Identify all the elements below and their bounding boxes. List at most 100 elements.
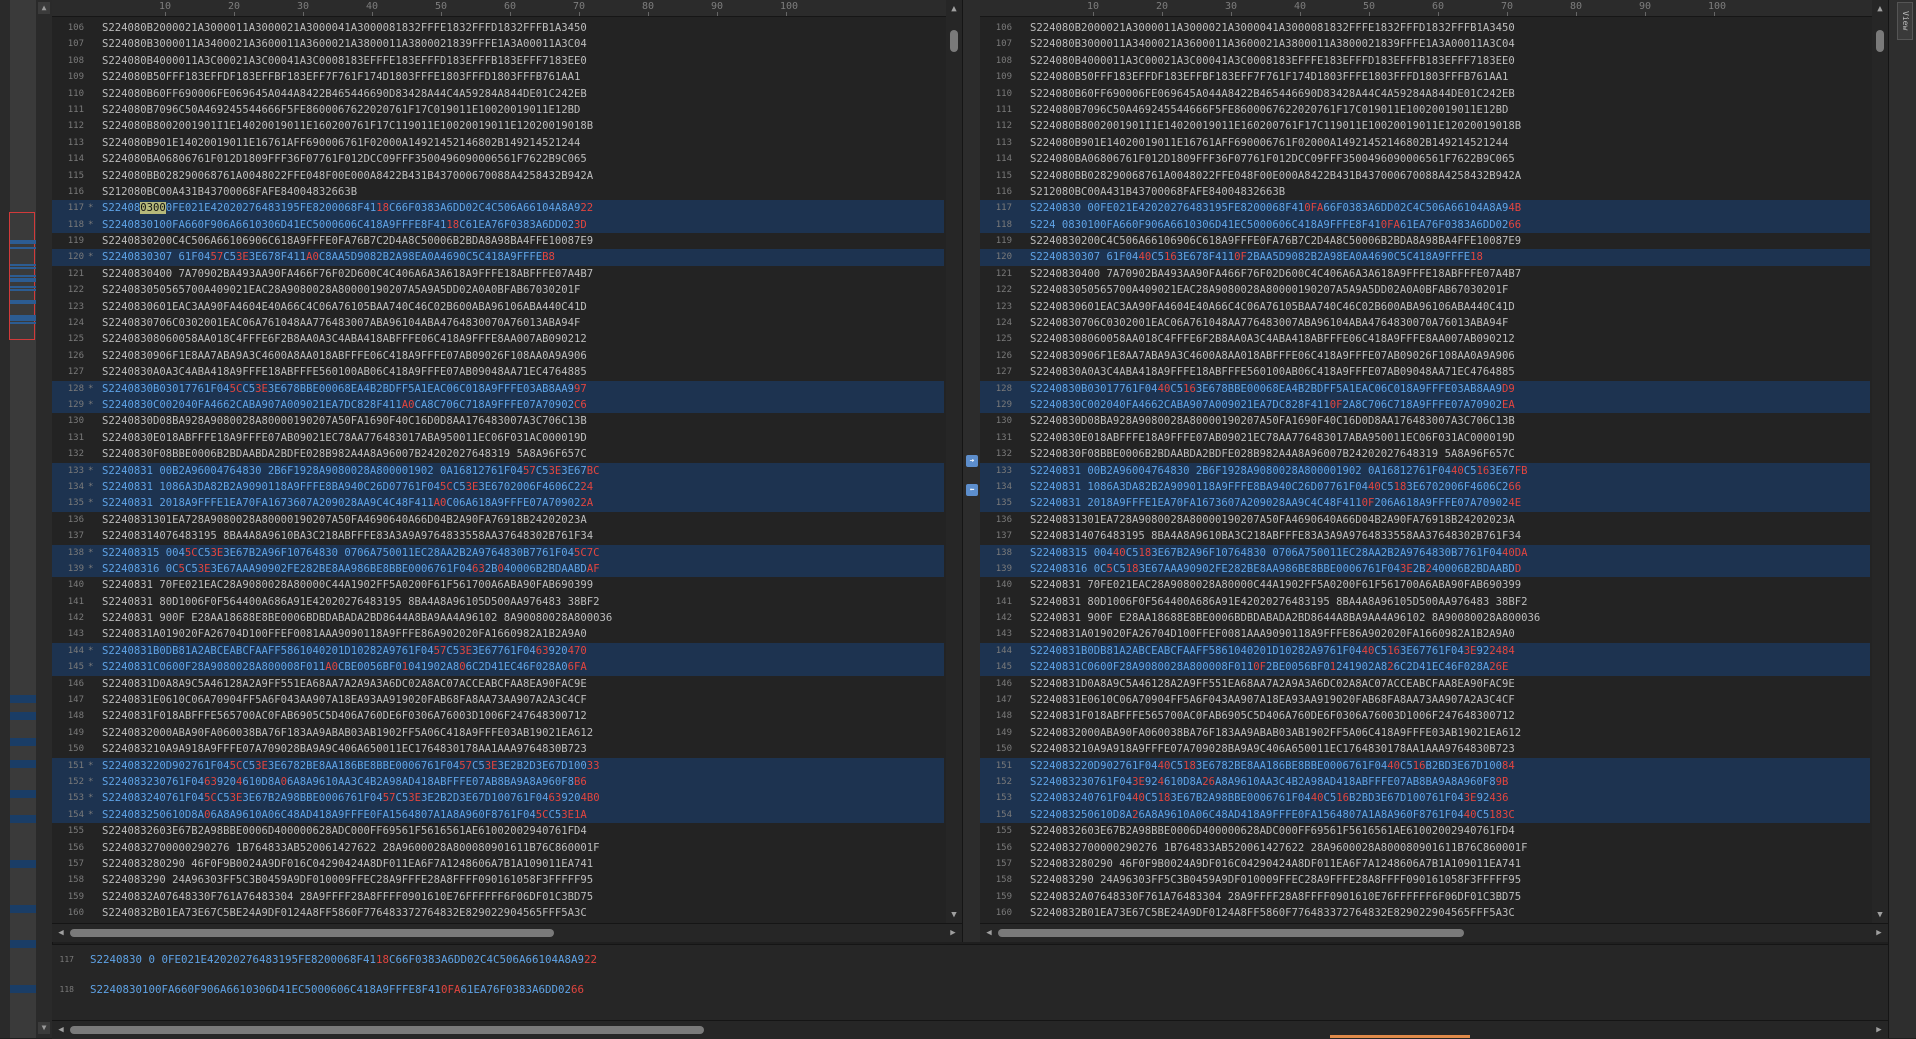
line-text[interactable]: S2240831301EA728A9080028A80000190207A50F… [1030,512,1515,528]
diff-line[interactable]: 144 S2240831B0DB81A2ABCEABCFAAFF586104020… [980,642,1870,660]
diff-line[interactable]: 138 S22408315 00440C5183E67B2A96F10764830… [980,544,1870,561]
line-text[interactable]: S2240830F08BBE0006B2BDAABDA2BDFE028B982A… [1030,446,1515,462]
line-text[interactable]: S2240832B01EA73E67C5BE24A9DF0124A8FF5860… [102,905,587,921]
line-text[interactable]: S2240830906F1E8AA7ABA9A3C4600A8AA018ABFF… [1030,348,1515,364]
code-line[interactable]: 109 S224080B50FFF183EFFDF183EFFBF183EFF7F… [980,69,1870,85]
line-text[interactable]: S224083220D902761F0440C5183E6782BE8AA186… [1030,758,1515,774]
line-text[interactable]: S2240832A07648330F761A76483304 28A9FFFF2… [102,889,593,905]
code-line[interactable]: 158 S224083290 24A96303FF5C3B0459A9DF0100… [52,872,944,888]
code-line[interactable]: 149 S2240832000ABA90FA060038BA76F183AA9AB… [980,725,1870,741]
diff-line[interactable]: 151 * S224083220D902761F045CC53E3E6782BE8A… [52,757,944,774]
right-horizontal-scrollbar[interactable]: ◀ ▶ [980,923,1888,942]
diff-line[interactable]: 151 S224083220D902761F0440C5183E6782BE8AA… [980,757,1870,774]
line-text[interactable]: S2240831 1086A3DA82B2A9090118A9FFFE8BA94… [1030,479,1521,495]
code-line[interactable]: 158 S224083290 24A96303FF5C3B0459A9DF0100… [980,872,1870,888]
line-text[interactable]: S22408314076483195 8BA4A8A9610BA3C218ABF… [102,528,593,544]
line-text[interactable]: S2240830B03017761F0440C5163E678BBE00068E… [1030,381,1515,397]
line-text[interactable]: S224083240761F045CC53E3E67B2A98BBE000676… [102,790,600,806]
line-text[interactable]: S2240830F08BBE0006B2BDAABDA2BDFE028B982A… [102,446,587,462]
code-line[interactable]: 118 S2240830100FA660F906A6610306D41EC5000… [52,975,1888,1005]
right-file-pane[interactable]: 10 20 30 40 50 60 70 80 90 100 106 S224080B2000021… [980,0,1888,942]
scroll-up-icon[interactable]: ▲ [1872,2,1888,16]
line-text[interactable]: S224083050565700A409021EAC28A9080028A800… [1030,282,1508,298]
line-text[interactable]: S2240832700000290276 1B764833AB520061427… [1030,840,1527,856]
code-line[interactable]: 155 S2240832603E67B2A98BBE0006D400000628A… [980,823,1870,839]
code-line[interactable]: 137 S22408314076483195 8BA4A8A9610BA3C218… [980,528,1870,544]
line-text[interactable]: S224083210A9A918A9FFFE07A709028BA9A9C406… [102,741,587,757]
line-text[interactable]: S2240831D0A8A9C5A46128A2A9FF551EA68AA7A2… [1030,676,1515,692]
line-text[interactable]: S224080B60FF690006FE069645A044A8422B4654… [102,86,587,102]
scroll-down-icon[interactable]: ▼ [946,908,962,922]
code-line[interactable]: 157 S224083280290 46F0F9B0024A9DF016C0429… [52,856,944,872]
line-text[interactable]: S2240830307 61F0457C53E3E678F411A0C8AA5D… [102,249,555,265]
scroll-left-icon[interactable]: ◀ [54,1023,68,1037]
line-text[interactable]: S2240830200C4C506A66106906C618A9FFFE0FA7… [1030,233,1521,249]
line-text[interactable]: S224080BA06806761F012D1809FFF36F07761F01… [1030,151,1515,167]
diff-line[interactable]: 135 S2240831 2018A9FFFE1EA70FA1673607A209… [980,495,1870,512]
code-line[interactable]: 156 S2240832700000290276 1B764833AB520061… [52,840,944,856]
diff-line[interactable]: 128 S2240830B03017761F0440C5163E678BBE000… [980,380,1870,397]
line-text[interactable]: S22408315 0045CC53E3E67B2A96F10764830 07… [102,545,600,561]
line-text[interactable]: S2240831A019020FA26704D100FFEF0081AAA909… [102,626,587,642]
code-line[interactable]: 146 S2240831D0A8A9C5A46128A2A9FF551EA68AA… [980,676,1870,692]
diff-line[interactable]: 139 S22408316 0C5C5183E67AAA90902FE282BE8… [980,560,1870,578]
diff-line[interactable]: 118 S224 0830100FA660F906A6610306D41EC500… [980,216,1870,234]
code-line[interactable]: 126 S2240830906F1E8AA7ABA9A3C4600A8AA018A… [52,348,944,364]
diff-line[interactable]: 145 * S2240831C0600F28A9080028A800008F011A… [52,659,944,676]
line-text[interactable]: S224080B8002001901I1E14020019011E1602007… [1030,118,1521,134]
line-text[interactable]: S2240830A0A3C4ABA418A9FFFE18ABFFFE560100… [1030,364,1515,380]
code-line[interactable]: 141 S2240831 80D1006F0F564400A686A91E4202… [52,594,944,610]
right-vertical-scrollbar[interactable]: ▲ ▼ [1872,0,1888,924]
code-line[interactable]: 109 S224080B50FFF183EFFDF183EFFBF183EFF7F… [52,69,944,85]
line-text[interactable]: S2240830601EAC3AA90FA4604E40A66C4C06A761… [102,299,587,315]
code-line[interactable]: 123 S2240830601EAC3AA90FA4604E40A66C4C06A… [980,299,1870,315]
left-code-lines[interactable]: 106 S224080B2000021A3000011A3000021A30000… [52,20,944,921]
code-line[interactable]: 124 S2240830706C0302001EAC06A761048AA7764… [52,315,944,331]
code-line[interactable]: 131 S2240830E018ABFFFE18A9FFFE07AB09021EC… [980,430,1870,446]
line-text[interactable]: S2240830400 7A70902BA493AA90FA466F76F02D… [102,266,593,282]
line-text[interactable]: S2240830200C4C506A66106906C618A9FFFE0FA7… [102,233,593,249]
line-text[interactable]: S2240830706C0302001EAC06A761048AA7764830… [102,315,580,331]
line-text[interactable]: S2240832603E67B2A98BBE0006D400000628ADC0… [1030,823,1515,839]
line-text[interactable]: S224080B2000021A3000011A3000021A3000041A… [102,20,587,36]
line-text[interactable]: S2240832603E67B2A98BBE0006D400000628ADC0… [102,823,587,839]
diff-line[interactable]: 118 * S2240830100FA660F906A6610306D41EC500… [52,216,944,234]
overview-scroll-up-icon[interactable]: ▲ [38,2,50,14]
code-line[interactable]: 146 S2240831D0A8A9C5A46128A2A9FF551EA68AA… [52,676,944,692]
code-line[interactable]: 116 S212080BC00A431B43700068FAFE840048326… [52,184,944,200]
code-line[interactable]: 149 S2240832000ABA90FA060038BA76F183AA9AB… [52,725,944,741]
line-text[interactable]: S224083230761F04639204610D8A06A8A9610AA3… [102,774,587,790]
code-line[interactable]: 126 S2240830906F1E8AA7ABA9A3C4600A8AA018A… [980,348,1870,364]
line-text[interactable]: S224080B901E14020019011E16761AFF69000676… [102,135,580,151]
line-text[interactable]: S224083290 24A96303FF5C3B0459A9DF010009F… [1030,872,1521,888]
line-text[interactable]: S2240831 00B2A96004764830 2B6F1928A90800… [102,463,600,479]
scroll-left-icon[interactable]: ◀ [54,926,68,940]
code-line[interactable]: 119 S2240830200C4C506A66106906C618A9FFFE0… [52,233,944,249]
bottom-hscroll-thumb[interactable] [70,1026,704,1034]
line-text[interactable]: S224083050565700A409021EAC28A9080028A800… [102,282,580,298]
line-text[interactable]: S224080B8002001901I1E14020019011E1602007… [102,118,593,134]
left-file-pane[interactable]: 10 20 30 40 50 60 70 80 90 100 106 S224080B2000021… [52,0,962,942]
diff-line[interactable]: 128 * S2240830B03017761F045CC53E3E678BBE00… [52,380,944,397]
line-text[interactable]: S2240832000ABA90FA060038BA76F183AA9ABAB0… [102,725,593,741]
code-line[interactable]: 160 S2240832B01EA73E67C5BE24A9DF0124A8FF5… [980,905,1870,921]
code-line[interactable]: 108 S224080B4000011A3C00021A3C00041A3C000… [980,53,1870,69]
code-line[interactable]: 107 S224080B3000011A3400021A3600011A36000… [980,36,1870,52]
overview-scroll-down-icon[interactable]: ▼ [38,1022,50,1034]
line-text[interactable]: S224080B50FFF183EFFDF183EFFBF183EFF7F761… [102,69,580,85]
scroll-right-icon[interactable]: ▶ [946,926,960,940]
scroll-up-icon[interactable]: ▲ [946,2,962,16]
code-line[interactable]: 110 S224080B60FF690006FE069645A044A8422B4… [980,86,1870,102]
line-text[interactable]: S2240803000FE021E42020276483195FE8200068… [102,200,593,216]
line-text[interactable]: S2240830307 61F0440C5163E678F4110F2BAA5D… [1030,249,1483,265]
line-text[interactable]: S2240830100FA660F906A6610306D41EC5000606… [90,975,584,1005]
diff-line[interactable]: 133 * S2240831 00B2A96004764830 2B6F1928A9… [52,462,944,479]
line-text[interactable]: S224080B50FFF183EFFDF183EFFBF183EFF7F761… [1030,69,1508,85]
line-compare-rows[interactable]: 117 S2240830 0 0FE021E42020276483195FE820… [52,945,1888,1005]
line-text[interactable]: S2240831 80D1006F0F564400A686A91E4202027… [1030,594,1527,610]
code-line[interactable]: 115 S224080BB028290068761A0048022FFE048F0… [980,168,1870,184]
line-text[interactable]: S2240830906F1E8AA7ABA9A3C4600A8AA018ABFF… [102,348,587,364]
code-line[interactable]: 140 S2240831 70FE021EAC28A9080028A80000C4… [980,577,1870,593]
code-line[interactable]: 155 S2240832603E67B2A98BBE0006D400000628A… [52,823,944,839]
code-line[interactable]: 112 S224080B8002001901I1E14020019011E1602… [980,118,1870,134]
